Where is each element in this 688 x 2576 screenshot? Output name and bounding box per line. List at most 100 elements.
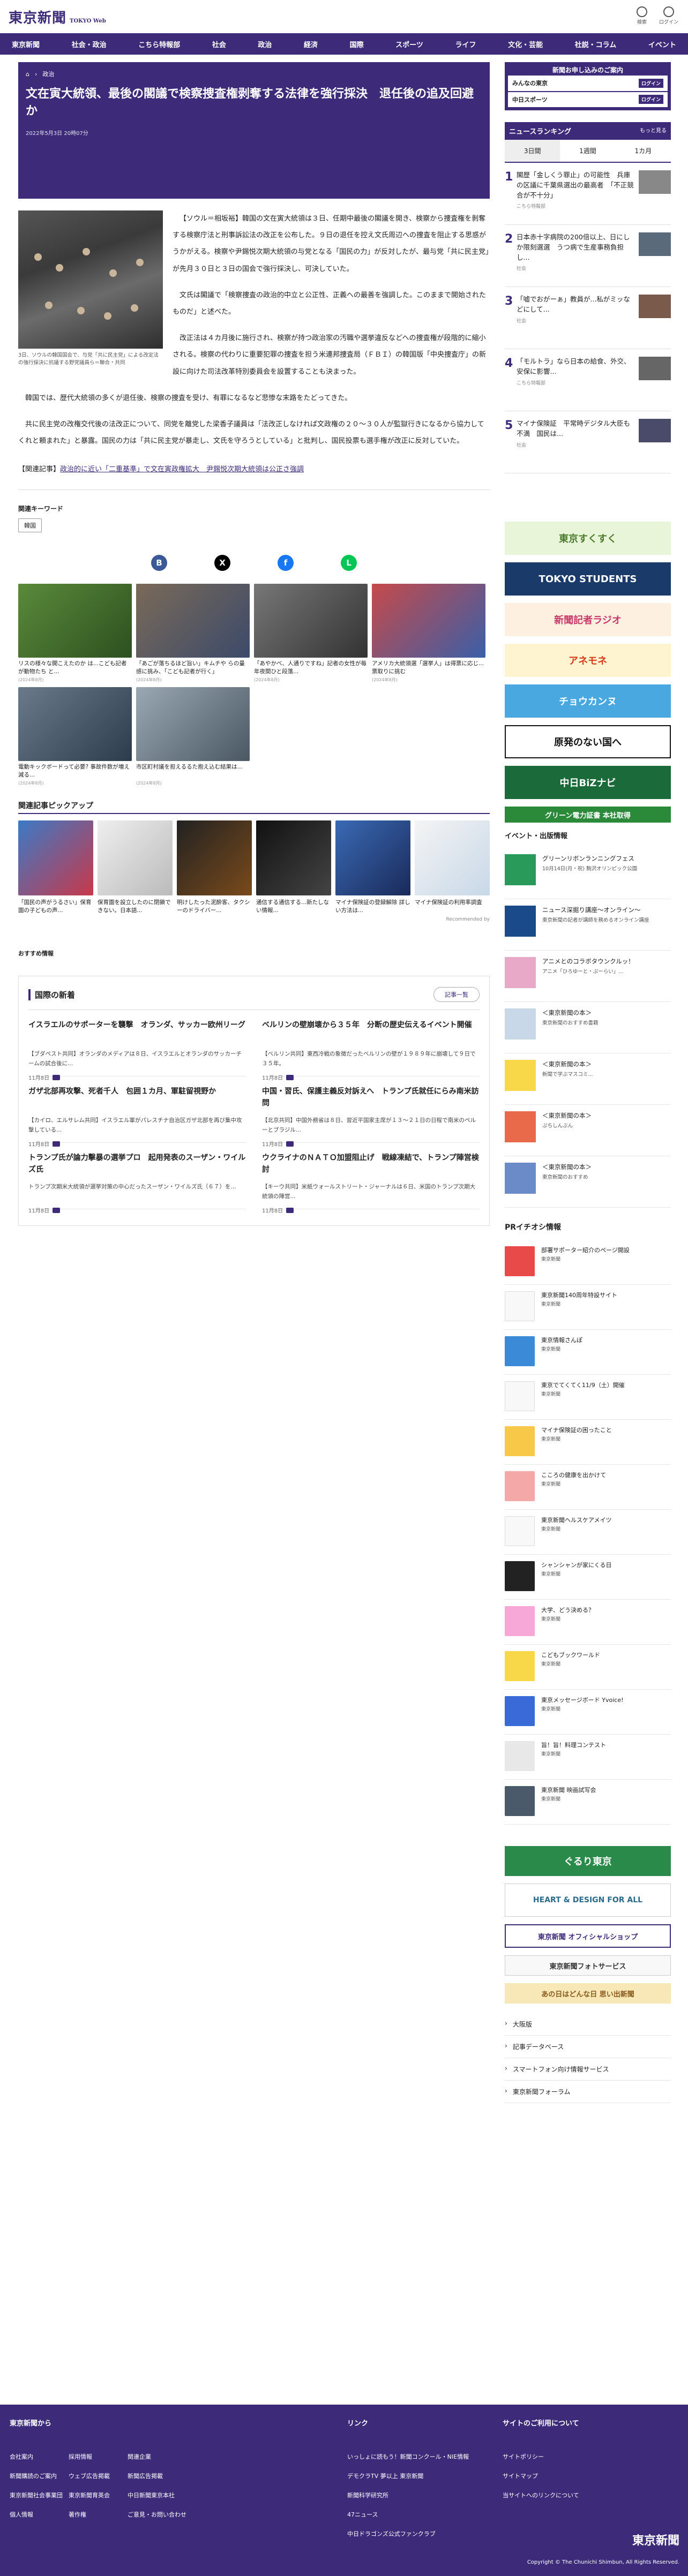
photo-card[interactable]: 電動キックボードって必要? 事故件数が増え減る... (2024年8月): [18, 687, 132, 786]
anemone-banner[interactable]: アネモネ: [505, 644, 671, 677]
nav-item[interactable]: 社説・コラム: [575, 39, 617, 49]
tab-3days[interactable]: 3日間: [505, 140, 560, 162]
keyword-tag[interactable]: 韓国: [18, 518, 42, 533]
pr-item[interactable]: こどもブックワールド 東京新聞: [505, 1645, 671, 1690]
related-article-link[interactable]: 政治的に近い「二重基準」で文在寅政権拡大 尹錫悦次期大統領は公正さ強調: [60, 465, 304, 473]
ranking-item[interactable]: 3 「嘘でおがーぁ」教員が...私がミッなどにして... 社会: [505, 287, 671, 349]
search-icon[interactable]: 検索: [636, 6, 647, 25]
nav-item[interactable]: スポーツ: [395, 39, 423, 49]
pickup-card[interactable]: 保育園を設立したのに閉鎖できない。日本語...: [98, 820, 173, 914]
ranking-more-link[interactable]: もっと見る: [640, 126, 667, 136]
sukusuku-banner[interactable]: 東京すくすく: [505, 522, 671, 555]
event-item[interactable]: アニメとのコラボタウンクルッ！ アニメ「ひろゆーと・ぷーらい」...: [505, 951, 671, 1002]
news-item[interactable]: トランプ氏が論力擊暴の選挙プロ 起用発表のスーザン・ワイルズ氏 トランプ次期米大統…: [28, 1143, 246, 1214]
pr-item[interactable]: こころの健康を出かけて 東京新聞: [505, 1465, 671, 1510]
heart-design-banner[interactable]: HEART & DESIGN FOR ALL: [505, 1884, 671, 1917]
news-item[interactable]: ベルリンの壁崩壊から３５年 分断の歴史伝えるイベント開催 【ベルリン共同】東西冷戦…: [262, 1010, 480, 1081]
nav-item[interactable]: 経済: [304, 39, 318, 49]
facebook-icon[interactable]: f: [278, 555, 294, 571]
footer-link[interactable]: 東京新聞育英会: [69, 2491, 128, 2499]
nav-item[interactable]: イベント: [648, 39, 676, 49]
footer-link[interactable]: 著作権: [69, 2510, 128, 2519]
site-logo[interactable]: 東京新聞 TOKYO Web: [9, 7, 106, 27]
footer-link[interactable]: 中日ドラゴンズ公式ファンクラブ: [347, 2529, 519, 2538]
nav-item[interactable]: 社会・政治: [72, 39, 107, 49]
footer-link[interactable]: サイトポリシー: [503, 2452, 674, 2461]
footer-link[interactable]: ウェブ広告掲載: [69, 2472, 128, 2480]
news-item[interactable]: ウクライナのＮＡＴＯ加盟阻止げ 戦線凍結で、トランプ陣営検討 【キーウ共同】米紙ウ…: [262, 1143, 480, 1214]
nav-item[interactable]: こちら特報部: [138, 39, 180, 49]
news-item[interactable]: 中国・習氏、保護主義反対訴えへ トランプ氏就任にらみ南米訪問 【北京共同】中国外務…: [262, 1076, 480, 1148]
more-button[interactable]: 記事一覧: [433, 987, 480, 1003]
footer-link[interactable]: 個人情報: [10, 2510, 69, 2519]
pr-item[interactable]: 東京メッセージボード Yvoice! 東京新聞: [505, 1690, 671, 1735]
pr-item[interactable]: シャンシャンが家にくる日 東京新聞: [505, 1555, 671, 1600]
sidebar-link[interactable]: › スマートフォン向け情報サービス: [505, 2058, 671, 2081]
ranking-item[interactable]: 5 マイナ保険証 平常時デジタル大臣も不満 国民は... 社会: [505, 411, 671, 473]
pickup-card[interactable]: 「国民の声がうるさい」保育園の子どもの声...: [18, 820, 93, 914]
footer-link[interactable]: 新聞広告掲載: [128, 2472, 186, 2480]
lead-image[interactable]: 3日、ソウルの韓国国会で、与党「共に民主党」による改定法の強行採決に抗議する野党…: [18, 210, 163, 367]
genpatsu-banner[interactable]: 原発のない国へ: [505, 725, 671, 758]
gururi-banner[interactable]: ぐるり東京: [505, 1846, 671, 1876]
footer-link[interactable]: 新聞購読のご案内: [10, 2472, 69, 2480]
nav-item[interactable]: 文化・芸能: [508, 39, 543, 49]
footer-link[interactable]: 関連企業: [128, 2452, 186, 2461]
tab-1month[interactable]: 1カ月: [616, 140, 671, 162]
sidebar-link[interactable]: › 大阪版: [505, 2013, 671, 2036]
pr-item[interactable]: 東京新聞140周年特設サイト 東京新聞: [505, 1285, 671, 1330]
ranking-item[interactable]: 2 日本赤十字病院の200倍以上、日にしか限刻選選 うつ病で生産事務負担し... 社…: [505, 225, 671, 287]
footer-link[interactable]: 会社案内: [10, 2452, 69, 2461]
nav-item[interactable]: ライフ: [455, 39, 476, 49]
tab-1week[interactable]: 1週間: [560, 140, 615, 162]
photo-card[interactable]: アメリカ大統領選「選挙人」は得票に応じ...票取りに挑む (2024年8月): [372, 584, 485, 683]
pr-item[interactable]: 部署サポーター紹介のページ開設 東京新聞: [505, 1240, 671, 1285]
event-item[interactable]: ニュース深掘り講座〜オンライン〜 東京新聞の記者が講師を務めるオンライン講座: [505, 899, 671, 951]
ranking-item[interactable]: 1 閣歴「金しくう罪止」の可能性 兵庫の区議に千葉県選出の最高者 「不正競合が不十…: [505, 163, 671, 225]
x-icon[interactable]: X: [214, 555, 230, 571]
event-item[interactable]: ＜東京新聞の本＞ 東京新聞のおすすめ: [505, 1156, 671, 1208]
photo-card[interactable]: 「あやかべ、人通りですね」記者の女性が毎年夜間ひと段落... (2024年8月): [254, 584, 368, 683]
footer-link[interactable]: 新聞科学研究所: [347, 2491, 519, 2499]
footer-link[interactable]: 中日新聞東京本社: [128, 2491, 186, 2499]
footer-link[interactable]: いっしょに読もう！新聞コンクール・NIE情報: [347, 2452, 519, 2461]
footer-link[interactable]: サイトマップ: [503, 2472, 674, 2480]
nav-item[interactable]: 国際: [350, 39, 364, 49]
event-item[interactable]: グリーンリボンランニングフェス 10月14日(月・祝) 駒沢オリンピック公園: [505, 848, 671, 899]
ranking-item[interactable]: 4 「モルトラ」なら日本の給食、外交、安保に影響... こちら特報部: [505, 349, 671, 411]
pr-item[interactable]: 旨！旨！料理コンテスト 東京新聞: [505, 1735, 671, 1780]
subscribe-box[interactable]: 新聞お申し込みのご案内 みんなの東京 ログイン 中日スポーツ ログイン: [505, 62, 671, 110]
pickup-card[interactable]: 通信する通信する...新たしない情報...: [256, 820, 331, 914]
breadcrumb-item[interactable]: 政治: [42, 70, 54, 78]
pr-item[interactable]: 東京情報さんぽ 東京新聞: [505, 1330, 671, 1375]
event-item[interactable]: ＜東京新聞の本＞ 新聞で学ぶマスコミ...: [505, 1053, 671, 1105]
sidebar-link[interactable]: › 東京新聞フォーラム: [505, 2081, 671, 2103]
footer-logo[interactable]: 東京新聞: [632, 2531, 679, 2548]
footer-link[interactable]: 東京新聞社会事業団: [10, 2491, 69, 2499]
radio-banner[interactable]: 新聞記者ラジオ: [505, 603, 671, 636]
footer-link[interactable]: デモクラTV 夢以上 東京新聞: [347, 2472, 519, 2480]
news-item[interactable]: イスラエルのサポーターを襲撃 オランダ、サッカー欧州リーグ 【ブダペスト共同】オラ…: [28, 1010, 246, 1081]
pickup-card[interactable]: マイナ保険証の利用率調査: [415, 820, 490, 914]
footer-link[interactable]: 採用情報: [69, 2452, 128, 2461]
green-power-banner[interactable]: グリーン電力証書 本社取得: [505, 807, 671, 823]
hatena-icon[interactable]: B: [151, 555, 167, 571]
chokanne-banner[interactable]: チョウカンヌ: [505, 684, 671, 718]
line-icon[interactable]: L: [341, 555, 357, 571]
photo-card[interactable]: リスの様々な開こえたのか は...こども記者が動物たち と... (2024年8月…: [18, 584, 132, 683]
photo-service-banner[interactable]: 東京新聞フォトサービス: [505, 1955, 671, 1976]
photo-card[interactable]: 市区町村議を担えるるた抱え込む結果は... (2024年8月): [136, 687, 250, 786]
nav-item[interactable]: 社会: [212, 39, 226, 49]
event-item[interactable]: ＜東京新聞の本＞ 東京新聞のおすすめ書籍: [505, 1002, 671, 1053]
sidebar-link[interactable]: › 記事データベース: [505, 2036, 671, 2058]
nav-item[interactable]: 東京新聞: [12, 39, 40, 49]
students-banner[interactable]: TOKYO STUDENTS: [505, 562, 671, 596]
footer-link[interactable]: 当サイトへのリンクについて: [503, 2491, 674, 2499]
pr-item[interactable]: 東京新聞 映画試写会 東京新聞: [505, 1780, 671, 1825]
pickup-card[interactable]: マイナ保険証の登録解除 詳しい方法は...: [335, 820, 410, 914]
pr-item[interactable]: 東京新聞ヘルスケアメイツ 東京新聞: [505, 1510, 671, 1555]
bizbiz-banner[interactable]: 中日BiZナビ: [505, 766, 671, 799]
footer-link[interactable]: 47ニュース: [347, 2510, 519, 2519]
nav-item[interactable]: 政治: [258, 39, 272, 49]
shop-banner[interactable]: 東京新聞 オフィシャルショップ: [505, 1924, 671, 1948]
